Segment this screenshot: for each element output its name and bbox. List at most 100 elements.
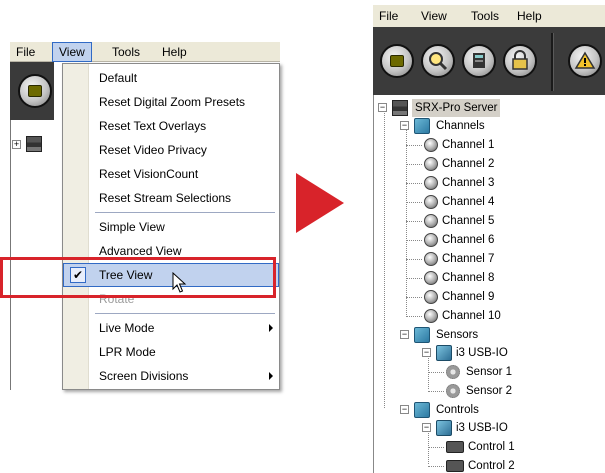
tree-node-sensor[interactable]: Sensor 1 (428, 363, 596, 381)
camera-icon (390, 55, 404, 67)
menu-item-screen-divisions[interactable]: Screen Divisions (63, 364, 279, 388)
tree-guide (406, 123, 407, 315)
menu-item-label: Reset Stream Selections (99, 191, 232, 205)
light-bulb-icon (424, 157, 438, 171)
tree-guide (406, 316, 422, 317)
tree-node-controls[interactable]: − Controls (400, 401, 600, 419)
arrow-right-icon (296, 173, 344, 233)
tree-guide (406, 145, 422, 146)
tree-node-channel[interactable]: Channel 4 (406, 193, 584, 211)
tree-node-control[interactable]: Control 2 (428, 457, 596, 473)
camera-button[interactable] (18, 74, 52, 108)
menu-item-live-mode[interactable]: Live Mode (63, 316, 279, 340)
camera-button[interactable] (380, 44, 414, 78)
menu-item-reset-visioncount[interactable]: Reset VisionCount (63, 162, 279, 186)
tree-node-channel[interactable]: Channel 3 (406, 174, 584, 192)
tree-view-highlight (0, 257, 276, 298)
menu-help[interactable]: Help (156, 42, 193, 62)
tree-node-channel[interactable]: Channel 8 (406, 269, 584, 287)
tree-guide (406, 240, 422, 241)
tree-node-sensor[interactable]: Sensor 2 (428, 382, 596, 400)
tree-node-channel[interactable]: Channel 9 (406, 288, 584, 306)
folder-icon (414, 327, 430, 343)
tree-node-sensors[interactable]: − Sensors (400, 326, 600, 344)
light-bulb-icon (424, 214, 438, 228)
menu-item-label: Default (99, 71, 138, 85)
tree-node-label: Channel 1 (442, 139, 495, 151)
right-toolbar (373, 27, 605, 95)
menu-item-label: Reset Video Privacy (99, 143, 207, 157)
lock-button[interactable] (503, 44, 537, 78)
collapse-icon[interactable]: − (422, 423, 431, 432)
tree-guide (428, 447, 444, 448)
tree-node-label: Channel 10 (442, 310, 501, 322)
tree-node-control[interactable]: Control 1 (428, 438, 596, 456)
collapse-icon[interactable]: − (400, 405, 409, 414)
usb-device-icon (436, 345, 452, 361)
menu-item-reset-digital-zoom[interactable]: Reset Digital Zoom Presets (63, 90, 279, 114)
tree-node-label: Channel 8 (442, 272, 495, 284)
right-window: File View Tools Help − SRX-Pro Server − … (373, 5, 605, 473)
tree-node-label: Channel 5 (442, 215, 495, 227)
tree-node-label: Sensors (436, 329, 479, 341)
light-bulb-icon (424, 252, 438, 266)
light-bulb-icon (424, 271, 438, 285)
menu-file[interactable]: File (10, 42, 41, 62)
collapse-icon[interactable]: − (422, 348, 431, 357)
tree-node-channels[interactable]: − Channels (400, 117, 600, 135)
tree-node-server[interactable]: − SRX-Pro Server (378, 99, 598, 117)
tree-node-control-device[interactable]: − i3 USB-IO (422, 419, 602, 437)
tree-guide (428, 372, 444, 373)
menu-item-default[interactable]: Default (63, 66, 279, 90)
menu-separator (95, 212, 275, 213)
menu-item-reset-stream-selections[interactable]: Reset Stream Selections (63, 186, 279, 210)
left-window: File View Tools Help + Default Reset Dig… (10, 42, 280, 390)
tree-node-label: Channel 6 (442, 234, 495, 246)
tree-node-channel[interactable]: Channel 7 (406, 250, 584, 268)
lock-icon (512, 50, 528, 70)
collapse-icon[interactable]: − (400, 121, 409, 130)
menu-item-lpr-mode[interactable]: LPR Mode (63, 340, 279, 364)
menu-file[interactable]: File (373, 5, 404, 27)
tree-node-sensor-device[interactable]: − i3 USB-IO (422, 344, 602, 362)
control-icon (446, 441, 464, 453)
collapse-icon[interactable]: − (400, 330, 409, 339)
expand-icon[interactable]: + (12, 140, 21, 149)
tree-node-channel[interactable]: Channel 10 (406, 307, 584, 325)
tree-guide (428, 466, 444, 467)
menu-view[interactable]: View (52, 42, 92, 62)
menu-help[interactable]: Help (511, 5, 548, 27)
tree-node-label: Controls (436, 404, 479, 416)
warning-button[interactable] (568, 44, 602, 78)
tree-node-channel[interactable]: Channel 2 (406, 155, 584, 173)
menu-item-reset-text-overlays[interactable]: Reset Text Overlays (63, 114, 279, 138)
menu-item-label: Advanced View (99, 244, 182, 258)
sensor-icon (446, 384, 460, 398)
left-menubar: File View Tools Help (10, 42, 280, 62)
server-icon (392, 100, 408, 116)
tree-node-label: Control 1 (468, 441, 515, 453)
menu-item-label: Reset VisionCount (99, 167, 199, 181)
menu-tools[interactable]: Tools (465, 5, 505, 27)
server-button[interactable] (462, 44, 496, 78)
menu-tools[interactable]: Tools (106, 42, 146, 62)
light-bulb-icon (424, 233, 438, 247)
tree-node-label: Channels (436, 120, 485, 132)
tree-node-channel[interactable]: Channel 6 (406, 231, 584, 249)
control-icon (446, 460, 464, 472)
menu-item-simple-view[interactable]: Simple View (63, 215, 279, 239)
menu-item-reset-video-privacy[interactable]: Reset Video Privacy (63, 138, 279, 162)
search-icon (429, 52, 448, 71)
tree-node-channel[interactable]: Channel 5 (406, 212, 584, 230)
view-menu: Default Reset Digital Zoom Presets Reset… (62, 63, 280, 390)
menu-view[interactable]: View (415, 5, 453, 27)
search-button[interactable] (421, 44, 455, 78)
cursor-icon (172, 271, 188, 297)
tree-node-channel[interactable]: Channel 1 (406, 136, 584, 154)
collapse-icon[interactable]: − (378, 103, 387, 112)
folder-icon (414, 118, 430, 134)
tree-guide (428, 391, 444, 392)
tree-guide (384, 108, 385, 408)
tree-node-label: Channel 4 (442, 196, 495, 208)
tree-guide (406, 278, 422, 279)
